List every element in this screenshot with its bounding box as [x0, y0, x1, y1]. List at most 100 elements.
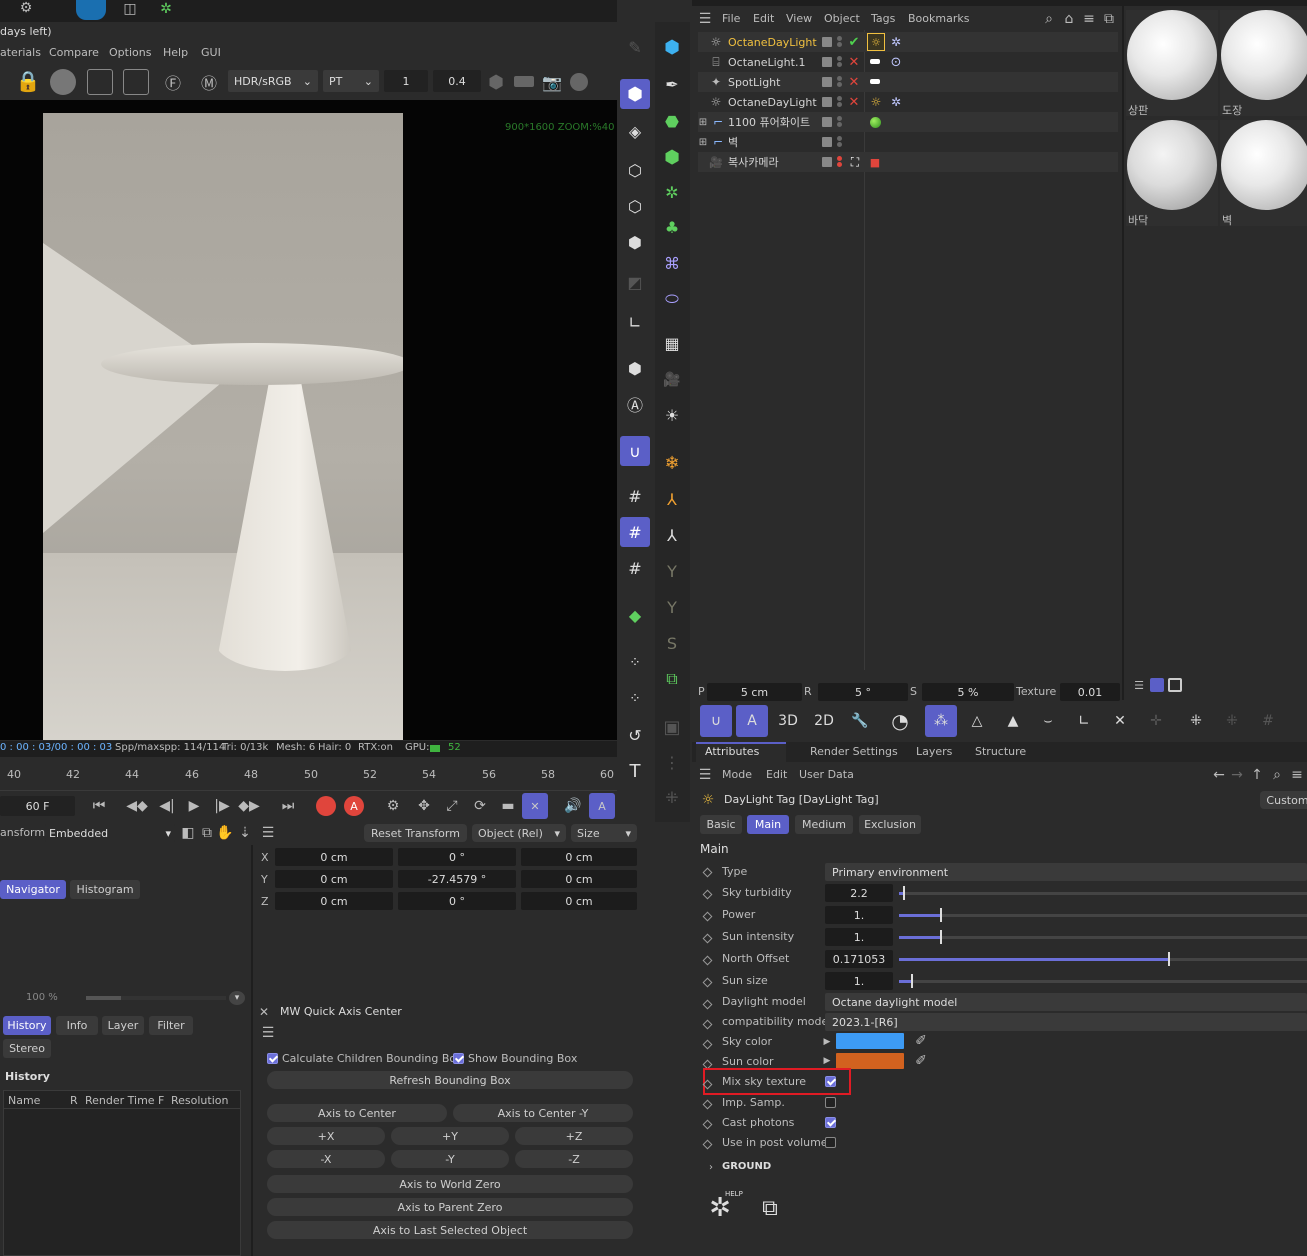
compat-select[interactable]: 2023.1-[R6] [825, 1013, 1307, 1031]
tab-info[interactable]: Info [56, 1016, 98, 1035]
close-icon[interactable]: ✕ [257, 1005, 271, 1019]
material-pin-icon[interactable]: Ⓜ [196, 69, 222, 95]
tab-attributes[interactable]: Attributes [705, 745, 759, 758]
text-tool-icon[interactable]: T [620, 756, 650, 786]
prev-key-icon[interactable]: ◀◆ [126, 795, 148, 817]
tab-navigator[interactable]: Navigator [0, 880, 66, 899]
cloner-icon[interactable]: ✲ [657, 177, 687, 207]
tab-filter[interactable]: Filter [149, 1016, 193, 1035]
axis-center-y-button[interactable]: Axis to Center -Y [453, 1104, 633, 1122]
col-f[interactable]: F [158, 1094, 164, 1107]
r-field[interactable]: 5 ° [818, 683, 908, 701]
plus-y-button[interactable]: +Y [391, 1127, 509, 1145]
grey-box-icon[interactable]: ▣ [657, 712, 687, 742]
menu-gui[interactable]: GUI [201, 46, 221, 59]
camera-tag-icon[interactable]: ■ [868, 153, 882, 171]
camera-icon[interactable]: 🎥 [657, 365, 687, 395]
subtab-basic[interactable]: Basic [700, 815, 742, 834]
size-select[interactable]: Size ▾ [571, 824, 637, 842]
grid-hash-icon[interactable]: # [1252, 705, 1284, 737]
attr-menu-userdata[interactable]: User Data [799, 768, 854, 781]
points-mode-icon[interactable]: ⬡ [620, 155, 650, 185]
region-icon[interactable] [123, 69, 149, 95]
slider-knob[interactable] [911, 974, 914, 988]
om-menu-bookmarks[interactable]: Bookmarks [908, 12, 969, 25]
list-view-icon[interactable]: ☰ [1132, 678, 1146, 692]
lock-icon[interactable]: 🔒 [15, 68, 41, 94]
visibility-icon[interactable]: ⬢ [620, 353, 650, 383]
y2-icon[interactable]: Y [657, 592, 687, 622]
om-menu-tags[interactable]: Tags [871, 12, 895, 25]
scale-key-icon[interactable]: ⤢ [441, 795, 463, 817]
pos-y-field[interactable]: 0 cm [275, 870, 393, 888]
minus-y-button[interactable]: -Y [391, 1150, 509, 1168]
timeline-ruler[interactable]: 40 42 44 46 48 50 52 54 56 58 60 [0, 765, 617, 791]
wrench-icon[interactable]: 🔧 [844, 705, 876, 737]
object-row[interactable]: ☼ OctaneDayLight ✕ ☼ ✲ [698, 92, 1118, 112]
om-menu-view[interactable]: View [786, 12, 812, 25]
keyframe-diamond-icon[interactable] [702, 867, 713, 878]
grid-a-icon[interactable]: # [620, 553, 650, 583]
auto-key-icon[interactable]: A [344, 796, 364, 816]
object-row[interactable]: ⊞ ⌐ 1100 퓨어화이트 [698, 112, 1118, 132]
keyframe-diamond-icon[interactable] [702, 1119, 713, 1130]
rot-x-field[interactable]: 0 ° [398, 848, 516, 866]
expand-icon[interactable]: ⊞ [698, 114, 708, 130]
octane-tag-icon[interactable]: ✲ [888, 93, 904, 111]
material-thumb[interactable]: 도장 [1220, 10, 1307, 116]
points-snap-icon[interactable]: ⁘ [620, 648, 650, 678]
move-key-icon[interactable]: ✥ [413, 795, 435, 817]
grid-view-icon[interactable] [1150, 678, 1164, 692]
show-bbox-checkbox[interactable] [453, 1053, 464, 1064]
sun-size-field[interactable]: 1. [825, 972, 893, 990]
rot-y-field[interactable]: -27.4579 ° [398, 870, 516, 888]
keyframe-diamond-icon[interactable] [702, 933, 713, 944]
rotate-axis-icon[interactable]: ↺ [620, 720, 650, 750]
material-thumb[interactable]: 바닥 [1126, 120, 1218, 226]
axis-center-button[interactable]: Axis to Center [267, 1104, 447, 1122]
expand-arrow-icon[interactable]: ▶ [822, 1034, 832, 1050]
visibility-dots-icon[interactable] [837, 136, 842, 141]
subtab-main[interactable]: Main [747, 815, 789, 834]
expand-arrow-icon[interactable]: ▶ [822, 1053, 832, 1069]
color-mode-select[interactable]: HDR/sRGB ⌄ [228, 70, 318, 92]
disabled-x-icon[interactable]: ✕ [847, 93, 861, 111]
go-end-icon[interactable]: ⏭ [277, 795, 299, 817]
ik-icon[interactable]: ⅄ [657, 520, 687, 550]
polygons-mode-icon[interactable]: ⬢ [620, 227, 650, 257]
sky-turbidity-field[interactable]: 2.2 [825, 884, 893, 902]
reset-transform-button[interactable]: Reset Transform [364, 824, 467, 842]
generator-icon[interactable]: ⬢ [657, 142, 687, 172]
north-offset-field[interactable]: 0.171053 [825, 950, 893, 968]
keyframe-diamond-icon[interactable] [702, 999, 713, 1010]
sky-turbidity-slider[interactable] [899, 886, 1307, 900]
col-render-time[interactable]: Render Time [85, 1094, 155, 1107]
edit-toggle-icon[interactable] [822, 137, 832, 147]
subtab-medium[interactable]: Medium [795, 815, 853, 834]
texture-mode-icon[interactable]: ◈ [620, 116, 650, 146]
keyframe-diamond-icon[interactable] [702, 1019, 713, 1030]
tab-history[interactable]: History [3, 1016, 51, 1035]
zoom-dropdown-icon[interactable]: ▾ [229, 991, 245, 1005]
hand-icon[interactable]: ✋ [216, 824, 233, 842]
chevron-right-icon[interactable]: › [706, 1159, 716, 1175]
plus-z-button[interactable]: +Z [515, 1127, 633, 1145]
material-thumb[interactable]: 상판 [1126, 10, 1218, 116]
target-tag-icon[interactable]: ⛶ [848, 153, 862, 171]
keyframe-mode-icon[interactable]: A [589, 793, 615, 819]
menu-icon[interactable]: ☰ [696, 10, 714, 28]
transform-mode-select[interactable]: Embedded ▾ [45, 824, 175, 842]
frame-field[interactable]: 60 F [0, 796, 75, 816]
refresh-bbox-button[interactable]: Refresh Bounding Box [267, 1071, 633, 1089]
subtab-exclusion[interactable]: Exclusion [859, 815, 921, 834]
pla-key-icon[interactable]: ✕ [522, 793, 548, 819]
visibility-dots-icon[interactable] [837, 36, 842, 41]
disabled-x-icon[interactable]: ✕ [847, 53, 861, 71]
type-select[interactable]: Primary environment [825, 863, 1307, 881]
search-icon[interactable]: ⌕ [1268, 766, 1286, 784]
edit-toggle-icon[interactable] [822, 117, 832, 127]
object-row[interactable]: ☼ OctaneDayLight ✔ ☼ ✲ [698, 32, 1118, 52]
add-region-icon[interactable] [87, 69, 113, 95]
radius-icon[interactable]: ◔ [884, 705, 916, 737]
app-logo-icon[interactable] [76, 0, 106, 20]
